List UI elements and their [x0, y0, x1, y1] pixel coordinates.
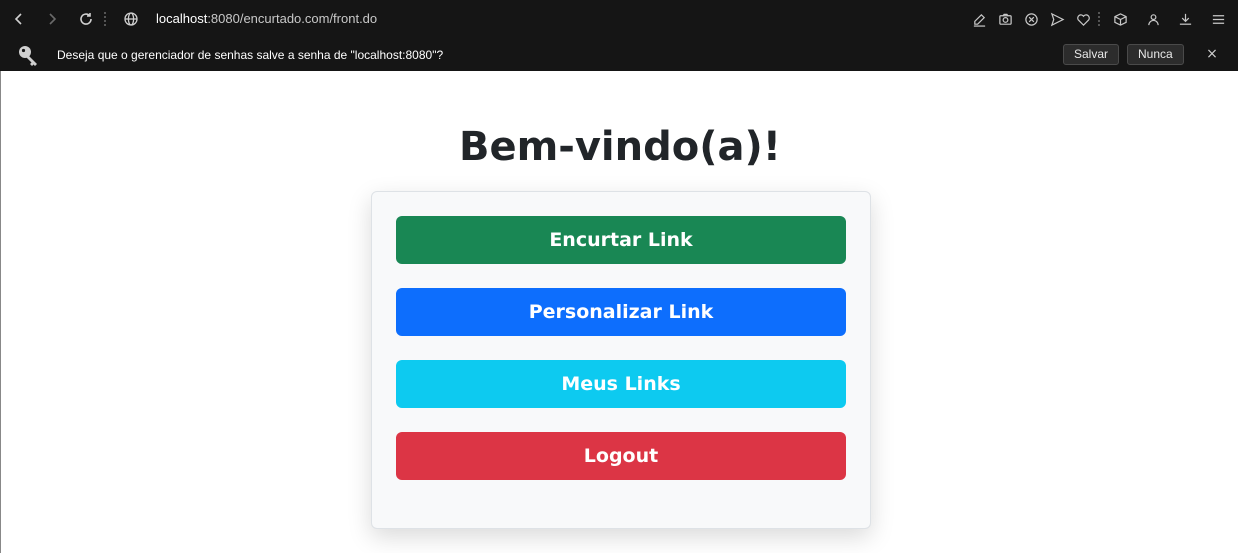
edit-icon[interactable]: [970, 10, 988, 28]
logout-button[interactable]: Logout: [396, 432, 846, 480]
password-save-bar: Deseja que o gerenciador de senhas salve…: [0, 38, 1238, 71]
close-icon[interactable]: ×: [1204, 46, 1220, 62]
page-title: Bem-vindo(a)!: [458, 124, 782, 170]
forward-icon[interactable]: [42, 9, 62, 29]
url-host: localhost: [156, 11, 208, 26]
shorten-link-button[interactable]: Encurtar Link: [396, 216, 846, 264]
never-save-button[interactable]: Nunca: [1127, 44, 1184, 65]
toolbar-separator: [104, 12, 106, 26]
page-content: Bem-vindo(a)! Encurtar Link Personalizar…: [0, 71, 1238, 553]
send-icon[interactable]: [1048, 10, 1066, 28]
camera-icon[interactable]: [996, 10, 1014, 28]
address-bar[interactable]: localhost:8080/encurtado.com/front.do: [156, 11, 377, 26]
download-icon[interactable]: [1176, 10, 1194, 28]
browser-toolbar: localhost:8080/encurtado.com/front.do: [0, 0, 1238, 38]
menu-icon[interactable]: [1209, 10, 1227, 28]
globe-icon[interactable]: [121, 9, 141, 29]
heart-icon[interactable]: [1074, 10, 1092, 28]
my-links-button[interactable]: Meus Links: [396, 360, 846, 408]
back-icon[interactable]: [9, 9, 29, 29]
customize-link-button[interactable]: Personalizar Link: [396, 288, 846, 336]
reload-icon[interactable]: [76, 9, 96, 29]
profile-icon[interactable]: [1144, 10, 1162, 28]
action-card: Encurtar Link Personalizar Link Meus Lin…: [371, 191, 871, 529]
save-password-button[interactable]: Salvar: [1063, 44, 1120, 65]
key-icon: [18, 44, 40, 66]
toolbar-separator: [1098, 12, 1100, 26]
cube-icon[interactable]: [1111, 10, 1129, 28]
block-icon[interactable]: [1022, 10, 1040, 28]
url-path: :8080/encurtado.com/front.do: [207, 11, 378, 26]
password-save-message: Deseja que o gerenciador de senhas salve…: [57, 48, 444, 62]
